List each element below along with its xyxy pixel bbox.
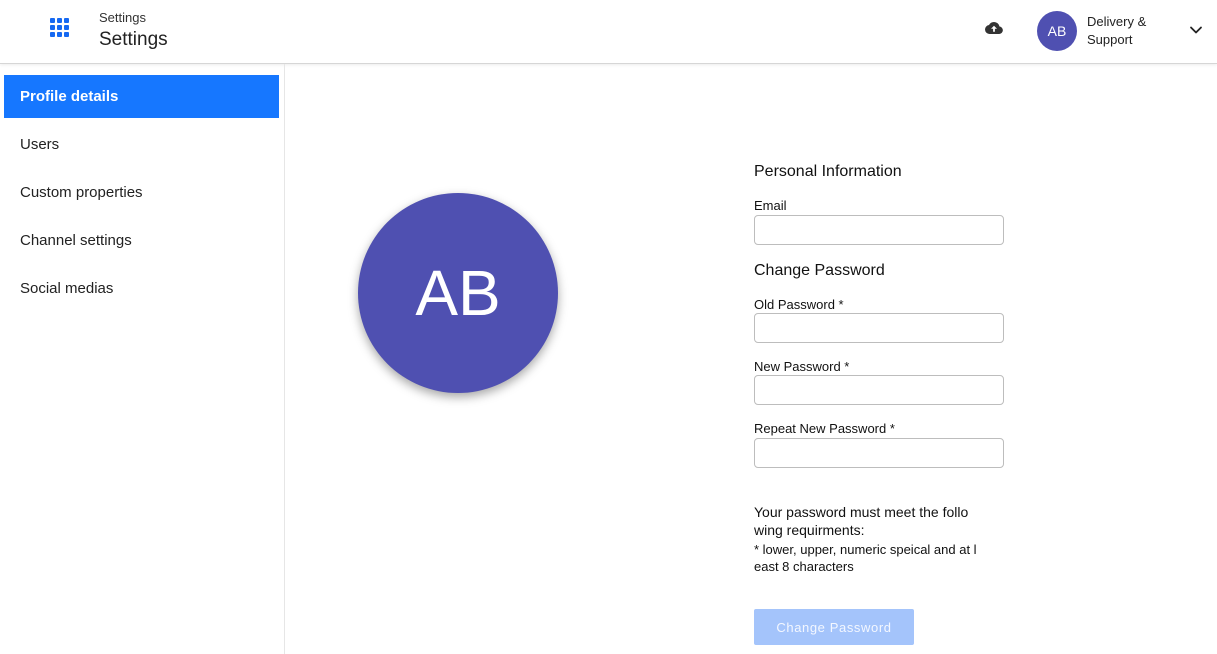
old-password-label: Old Password *	[754, 297, 844, 312]
chevron-down-icon[interactable]	[1188, 22, 1204, 38]
change-password-heading: Change Password	[754, 262, 885, 279]
repeat-password-field[interactable]	[754, 438, 1004, 468]
password-requirements-text: Your password must meet the follo wing r…	[754, 504, 969, 538]
profile-avatar[interactable]: AB	[358, 193, 558, 393]
sidebar-item-channel-settings[interactable]: Channel settings	[4, 219, 279, 262]
settings-sidebar: Profile details Users Custom properties …	[0, 64, 285, 654]
new-password-field[interactable]	[754, 375, 1004, 405]
email-field[interactable]	[754, 215, 1004, 245]
sidebar-item-profile-details[interactable]: Profile details	[4, 75, 279, 118]
breadcrumb: Settings	[99, 10, 146, 25]
top-header: Settings Settings AB Delivery & Support	[0, 0, 1217, 64]
user-avatar[interactable]: AB	[1037, 11, 1077, 51]
organization-name: Delivery & Support	[1087, 14, 1147, 47]
page-title: Settings	[99, 29, 168, 50]
new-password-label: New Password *	[754, 359, 850, 374]
sidebar-item-social-medias[interactable]: Social medias	[4, 267, 279, 310]
sidebar-item-users[interactable]: Users	[4, 123, 279, 166]
repeat-password-label: Repeat New Password *	[754, 421, 895, 436]
personal-information-heading: Personal Information	[754, 163, 902, 180]
sidebar-item-custom-properties[interactable]: Custom properties	[4, 171, 279, 214]
change-password-button[interactable]: Change Password	[754, 609, 914, 645]
password-requirements-detail: * lower, upper, numeric speical and at l…	[754, 542, 977, 574]
old-password-field[interactable]	[754, 313, 1004, 343]
cloud-upload-icon[interactable]	[985, 21, 1003, 35]
email-label: Email	[754, 198, 787, 213]
apps-grid-icon[interactable]	[50, 18, 70, 38]
